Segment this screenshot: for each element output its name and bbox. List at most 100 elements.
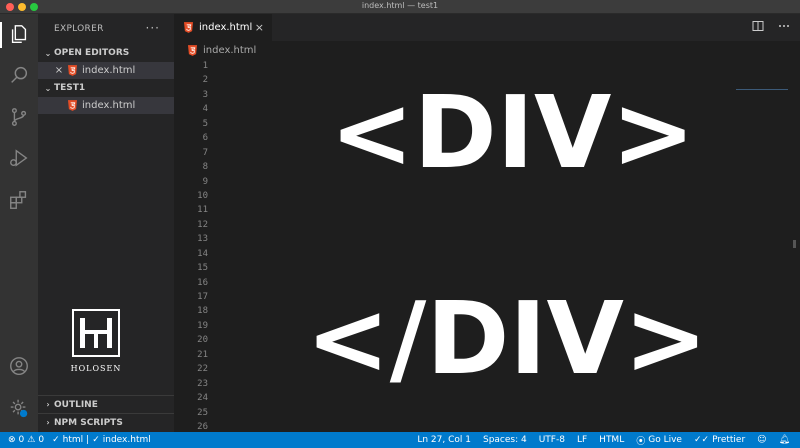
line-number: 20 (197, 335, 208, 346)
double-check-icon: ✓✓ (693, 435, 710, 445)
outline-section[interactable]: › OUTLINE (38, 395, 174, 413)
overlay-close-tag: </DIV> (306, 280, 708, 397)
indentation[interactable]: Spaces: 4 (483, 435, 527, 445)
chevron-right-icon: › (46, 400, 50, 409)
file-check-label: index.html (102, 435, 151, 445)
html5-icon (68, 100, 77, 111)
language-mode[interactable]: HTML (599, 435, 624, 445)
chevron-down-icon: ⌄ (44, 48, 52, 58)
go-live-label: Go Live (648, 435, 682, 445)
line-number: 21 (197, 349, 208, 360)
line-number: 25 (197, 407, 208, 418)
folder-file-item[interactable]: index.html (38, 97, 174, 114)
open-editors-section[interactable]: ⌄ OPEN EDITORS (38, 44, 174, 62)
active-indicator (0, 22, 2, 48)
line-number: 3 (202, 89, 208, 100)
line-number: 8 (202, 162, 208, 173)
line-number: 1 (202, 61, 208, 71)
holosen-logo-mark (72, 309, 120, 357)
line-number: 18 (197, 306, 208, 317)
line-number: 7 (202, 147, 208, 158)
file-name: index.html (82, 65, 136, 76)
line-number: 5 (202, 118, 208, 129)
line-number: 2 (202, 75, 208, 86)
account-icon[interactable] (7, 354, 31, 378)
status-bar: ⊗ 0 ⚠ 0 ✓ html | ✓ index.html Ln 27, Col… (0, 432, 800, 448)
problems-indicator[interactable]: ⊗ 0 ⚠ 0 (8, 435, 44, 445)
html5-icon (68, 65, 77, 76)
file-name: index.html (82, 100, 136, 111)
folder-label: TEST1 (54, 83, 86, 93)
warning-count: 0 (38, 435, 45, 445)
minimap-viewport[interactable] (736, 89, 788, 90)
more-actions-icon[interactable] (778, 20, 790, 32)
check-icon: ✓ (92, 435, 100, 445)
tab-index-html[interactable]: index.html × (174, 14, 272, 41)
source-control-icon[interactable] (7, 105, 31, 129)
more-actions-icon[interactable]: ··· (146, 21, 160, 35)
overlay-open-tag: <DIV> (330, 74, 696, 191)
encoding[interactable]: UTF-8 (539, 435, 565, 445)
vertical-scrollbar[interactable] (793, 240, 796, 248)
line-number: 4 (202, 104, 208, 115)
tab-close-icon[interactable]: × (255, 21, 264, 34)
line-number: 23 (197, 378, 208, 389)
tab-label: index.html (199, 22, 253, 33)
check-icon: ✓ (52, 435, 60, 445)
editor-actions (752, 20, 790, 32)
line-number: 12 (197, 219, 208, 230)
error-count: 0 (18, 435, 25, 445)
line-number: 6 (202, 133, 208, 144)
line-number: 9 (202, 176, 208, 187)
line-number: 19 (197, 320, 208, 331)
html5-icon (184, 22, 193, 33)
holosen-logo: HOLOSEN (68, 308, 124, 373)
feedback-icon[interactable]: ☺ (757, 435, 766, 445)
line-number: 14 (197, 248, 208, 259)
line-number-gutter: 1 2 3 4 5 6 7 8 9 10 11 12 13 14 15 16 17 18 19 20 21 22 23 24 2… (174, 59, 208, 434)
npm-scripts-section[interactable]: › NPM SCRIPTS (38, 413, 174, 431)
logo-text: HOLOSEN (70, 364, 122, 373)
prettier-button[interactable]: ✓✓ Prettier (694, 435, 745, 445)
settings-gear-icon[interactable] (7, 396, 31, 420)
folder-section[interactable]: ⌄ TEST1 (38, 79, 174, 97)
prettier-label: Prettier (712, 435, 746, 445)
html-check-label: html (62, 435, 84, 445)
status-separator: | (86, 435, 90, 445)
line-number: 16 (197, 277, 208, 288)
title-bar: index.html — test1 (0, 0, 800, 14)
line-number: 24 (197, 393, 208, 404)
html5-icon (188, 44, 197, 56)
chevron-down-icon: ⌄ (44, 83, 52, 93)
cursor-position[interactable]: Ln 27, Col 1 (417, 435, 471, 445)
error-icon: ⊗ (8, 435, 16, 445)
open-editors-label: OPEN EDITORS (54, 48, 130, 58)
line-number: 22 (197, 364, 208, 375)
outline-label: OUTLINE (54, 399, 98, 410)
npm-scripts-label: NPM SCRIPTS (54, 417, 123, 428)
close-icon[interactable]: × (54, 65, 64, 76)
split-editor-icon[interactable] (752, 20, 764, 32)
explorer-icon[interactable] (7, 22, 31, 46)
window-title: index.html — test1 (361, 1, 439, 10)
line-number: 10 (197, 190, 208, 201)
activity-bar (0, 14, 38, 432)
search-icon[interactable] (7, 63, 31, 87)
extensions-icon[interactable] (7, 188, 31, 212)
notifications-bell-icon[interactable]: 🔔︎ (779, 435, 790, 445)
line-number: 13 (197, 234, 208, 245)
editor-tabs: index.html × (174, 14, 800, 41)
explorer-sidebar: EXPLORER ··· ⌄ OPEN EDITORS × index.html… (38, 14, 174, 432)
html-check-item[interactable]: ✓ html | ✓ index.html (52, 435, 151, 445)
open-editor-item[interactable]: × index.html (38, 62, 174, 79)
line-number: 15 (197, 263, 208, 274)
line-number: 17 (197, 292, 208, 302)
go-live-button[interactable]: ⦿ Go Live (636, 434, 682, 447)
breadcrumb-file: index.html (203, 44, 257, 56)
breadcrumb[interactable]: index.html (174, 41, 256, 59)
chevron-right-icon: › (46, 418, 50, 427)
run-debug-icon[interactable] (7, 146, 31, 170)
warning-icon: ⚠ (27, 435, 36, 445)
end-of-line[interactable]: LF (577, 435, 587, 445)
line-number: 11 (197, 205, 208, 216)
